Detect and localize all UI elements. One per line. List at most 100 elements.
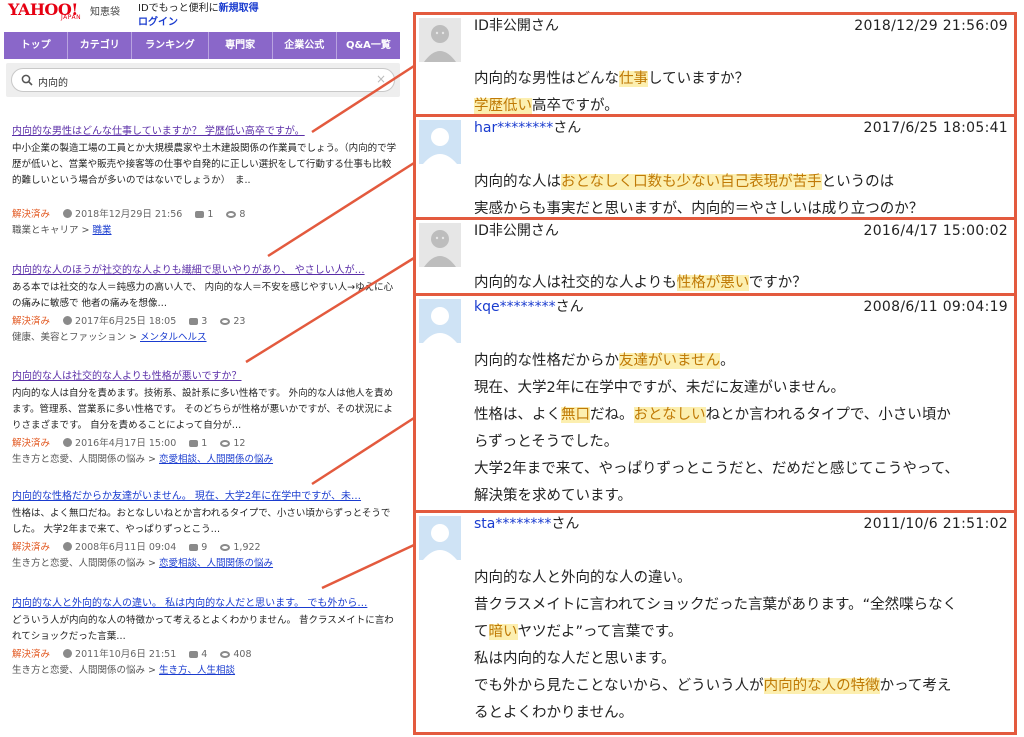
login-link[interactable]: ログイン (138, 13, 178, 28)
answer-text: 。 (720, 353, 735, 369)
answer-panel: sta********さん 2011/10/6 21:51:02 内向的な人と外… (413, 510, 1017, 735)
answer-text: でも外から見たことないから、どういう人が (474, 678, 764, 694)
views-icon (220, 651, 231, 658)
answer-line: て暗いヤツだよ”って言葉です。 (474, 619, 1006, 646)
highlighted-phrase: 学歴低い (474, 98, 532, 114)
result-item: 内向的な男性はどんな仕事していますか？ 学歴低い高卒ですが。 中小企業の製造工場… (12, 125, 397, 239)
answer-count: 9 (201, 542, 208, 553)
answer-text: 私は内向的な人だと思います。 (474, 651, 676, 667)
service-name[interactable]: 知恵袋 (90, 3, 120, 18)
views-icon (220, 318, 231, 325)
answer-text: 現在、大学2年に在学中ですが、未だに友達がいません。 (474, 380, 845, 396)
answer-panel: kqe********さん 2008/6/11 09:04:19 内向的な性格だ… (413, 293, 1017, 514)
search-query: 内向的 (38, 78, 68, 89)
result-item: 内向的な人は社交的な人よりも性格が悪いですか？ 内向的な人は自分を責めます。技術… (12, 370, 397, 468)
answer-text: だね。 (590, 407, 634, 423)
answer-text: ですか？ (748, 275, 807, 291)
panel-username: ID非公開さん (474, 222, 559, 240)
answer-line: 現在、大学2年に在学中ですが、未だに友達がいません。 (474, 375, 1006, 402)
result-date: 2017年6月25日 18:05 (75, 316, 177, 327)
result-title[interactable]: 内向的な性格だからか友達がいません。 現在、大学2年に在学中ですが、未… (12, 490, 397, 503)
logo-sub: JAPAN (61, 14, 82, 21)
result-date: 2008年6月11日 09:04 (75, 542, 177, 553)
highlighted-phrase: 仕事 (619, 71, 648, 87)
views-icon (220, 440, 231, 447)
answer-count: 1 (207, 209, 214, 220)
main-nav: トップ カテゴリ ランキング 専門家 企業公式 Q&A一覧 (4, 32, 400, 59)
username-suffix: さん (530, 18, 559, 34)
clock-icon (63, 438, 73, 447)
yahoo-logo[interactable]: YAHOO! JAPAN (8, 2, 88, 28)
username[interactable]: kqe******** (474, 299, 556, 315)
username[interactable]: sta******** (474, 516, 551, 532)
result-item: 内向的な性格だからか友達がいません。 現在、大学2年に在学中ですが、未… 性格は… (12, 490, 397, 572)
answer-count: 4 (201, 649, 208, 660)
result-meta: 解決済み 2008年6月11日 09:04 9 1,922 (12, 540, 397, 556)
nav-tab-ranking[interactable]: ランキング (132, 32, 209, 59)
result-category: 生き方と恋愛、人間関係の悩み > 恋愛相談、人間関係の悩み (12, 454, 274, 465)
answer-count: 1 (201, 438, 208, 449)
answer-text: ヤツだよ”って言葉です。 (517, 624, 683, 640)
anonymous-avatar-icon (419, 18, 461, 62)
panel-body: 内向的な性格だからか友達がいません。現在、大学2年に在学中ですが、未だに友達がい… (474, 348, 1006, 510)
answer-text: らずっとそうでした。 (474, 434, 619, 450)
category-link[interactable]: 職業 (93, 225, 112, 236)
panel-body: 内向的な男性はどんな仕事していますか？ 学歴低い高卒ですが。 (474, 66, 1006, 115)
view-count: 8 (239, 209, 246, 220)
result-title[interactable]: 内向的な人と外向的な人の違い。 私は内向的な人だと思います。 でも外から… (12, 597, 397, 610)
username-suffix: さん (555, 299, 584, 315)
nav-tab-qa-list[interactable]: Q&A一覧 (337, 32, 400, 59)
answer-text: 内向的な性格だからか (474, 353, 619, 369)
category-link[interactable]: 恋愛相談、人間関係の悩み (159, 454, 273, 465)
answer-line: るとよくわかりません。 (474, 700, 1006, 727)
category-link[interactable]: 恋愛相談、人間関係の悩み (159, 558, 273, 569)
views-icon (220, 544, 231, 551)
answer-text: 高卒ですが。 (532, 98, 619, 114)
answer-text: というのは (821, 174, 895, 190)
nav-tab-experts[interactable]: 専門家 (209, 32, 273, 59)
answer-text: 実感からも事実だと思いますが、内向的＝やさしいは成り立つのか？ (474, 201, 924, 217)
register-link[interactable]: 新規取得 (219, 3, 259, 14)
result-title[interactable]: 内向的な人は社交的な人よりも性格が悪いですか？ (12, 370, 397, 383)
username[interactable]: har******** (474, 120, 553, 136)
highlighted-phrase: 性格が悪い (676, 275, 749, 291)
answer-line: らずっとそうでした。 (474, 429, 1006, 456)
username[interactable]: ID非公開 (474, 223, 531, 239)
result-snippet: ある本では社交的な人＝鈍感力の高い人で、 内向的な人＝不安を感じやすい人→ゆえに… (12, 282, 394, 309)
answer-panel: ID非公開さん 2016/4/17 15:00:02 内向的な人は社交的な人より… (413, 217, 1017, 297)
result-category: 職業とキャリア > 職業 (12, 225, 112, 236)
anonymous-avatar-icon (419, 223, 461, 267)
panel-timestamp: 2018/12/29 21:56:09 (854, 18, 1008, 34)
answer-text: 内向的な人と外向的な人の違い。 (474, 570, 692, 586)
site-header: YAHOO! JAPAN 知恵袋 IDでもっと便利に新規取得 ログイン (8, 2, 403, 30)
answer-line: 内向的な性格だからか友達がいません。 (474, 348, 1006, 375)
highlighted-phrase: 友達がいません (619, 353, 721, 369)
result-title[interactable]: 内向的な人のほうが社交的な人よりも繊細で思いやりがあり、 やさしい人が… (12, 264, 397, 277)
answer-text: 解決策を求めています。 (474, 488, 633, 504)
category-path: 生き方と恋愛、人間関係の悩み (12, 665, 146, 676)
result-title[interactable]: 内向的な男性はどんな仕事していますか？ 学歴低い高卒ですが。 (12, 125, 397, 138)
status-badge: 解決済み (12, 542, 51, 553)
clear-icon[interactable]: × (376, 72, 386, 86)
answer-panel: ID非公開さん 2018/12/29 21:56:09 内向的な男性はどんな仕事… (413, 12, 1017, 118)
username-suffix: さん (551, 516, 580, 532)
highlighted-phrase: 無口 (561, 407, 590, 423)
category-link[interactable]: メンタルヘルス (140, 332, 207, 343)
nav-tab-top[interactable]: トップ (4, 32, 69, 59)
answer-icon (189, 318, 199, 325)
answer-line: 内向的な人と外向的な人の違い。 (474, 565, 1006, 592)
search-input[interactable]: 内向的 × (11, 68, 395, 92)
nav-tab-category[interactable]: カテゴリ (68, 32, 133, 59)
highlighted-phrase: おとなしい (633, 407, 706, 423)
user-avatar-icon (419, 120, 461, 164)
answer-text: していますか？ (648, 71, 750, 87)
panel-username: ID非公開さん (474, 17, 559, 35)
nav-tab-official[interactable]: 企業公式 (273, 32, 337, 59)
result-meta: 解決済み 2011年10月6日 21:51 4 408 (12, 647, 397, 663)
result-category: 生き方と恋愛、人間関係の悩み > 生き方、人生相談 (12, 665, 236, 676)
user-avatar-icon (419, 516, 461, 560)
status-badge: 解決済み (12, 438, 51, 449)
search-bar: 内向的 × (6, 63, 400, 97)
username[interactable]: ID非公開 (474, 18, 531, 34)
category-link[interactable]: 生き方、人生相談 (159, 665, 235, 676)
